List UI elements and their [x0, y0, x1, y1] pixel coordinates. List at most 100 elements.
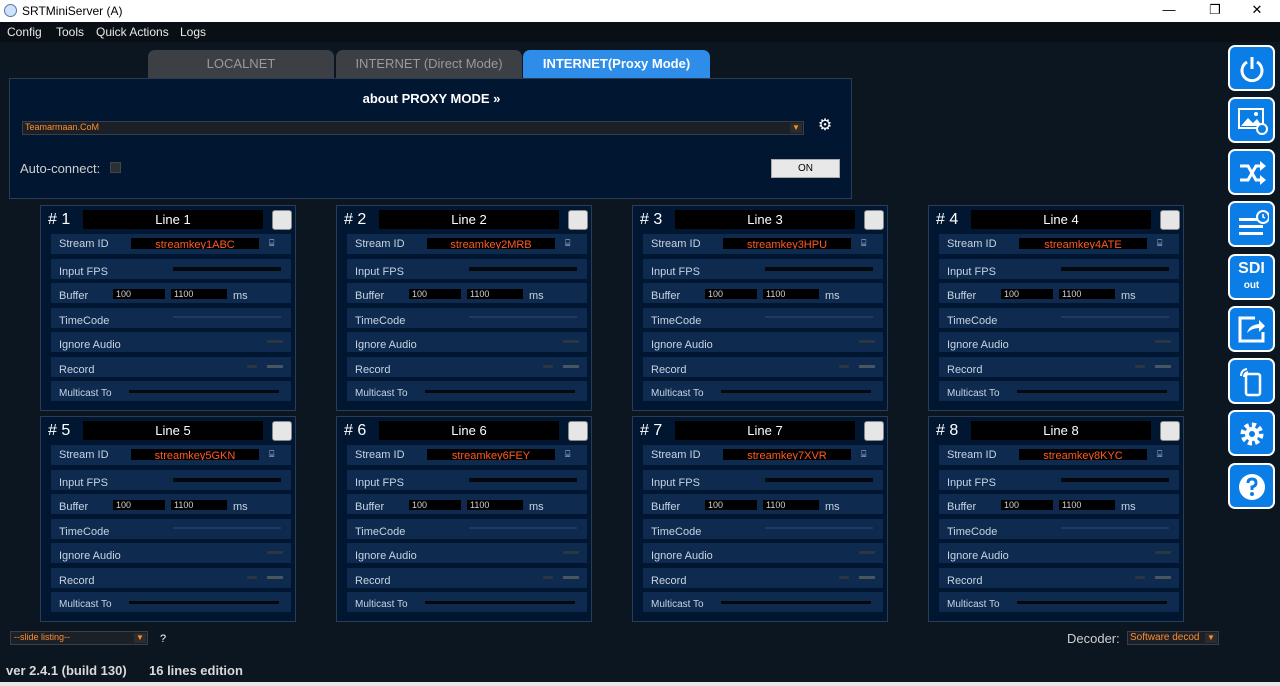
line-enable-checkbox[interactable]: [1160, 421, 1180, 441]
buffer-min-input[interactable]: 100: [1001, 500, 1053, 510]
line-name-field[interactable]: Line 8: [971, 421, 1151, 440]
sdi-out-button[interactable]: SDI out: [1228, 254, 1275, 300]
buffer-min-input[interactable]: 100: [113, 289, 165, 299]
line-name-field[interactable]: Line 6: [379, 421, 559, 440]
stream-id-value[interactable]: streamkey1ABC: [131, 238, 259, 249]
power-button[interactable]: [1228, 45, 1275, 91]
line-enable-checkbox[interactable]: [864, 210, 884, 230]
record-toggle[interactable]: [267, 365, 283, 368]
stream-id-value[interactable]: streamkey5GKN: [131, 449, 259, 460]
schedule-button[interactable]: [1228, 201, 1275, 247]
copy-icon[interactable]: ⌸: [565, 449, 579, 459]
close-button[interactable]: ✕: [1234, 0, 1280, 22]
proxy-server-select[interactable]: Teamarmaan.CoM ▼: [22, 121, 804, 135]
copy-icon[interactable]: ⌸: [861, 238, 875, 248]
buffer-max-input[interactable]: 1100: [467, 500, 523, 510]
buffer-max-input[interactable]: 1100: [171, 289, 227, 299]
copy-icon[interactable]: ⌸: [1157, 449, 1171, 459]
copy-icon[interactable]: ⌸: [1157, 238, 1171, 248]
line-name-field[interactable]: Line 4: [971, 210, 1151, 229]
record-toggle[interactable]: [563, 365, 579, 368]
share-button[interactable]: [1228, 306, 1275, 352]
menu-logs[interactable]: Logs: [180, 25, 206, 39]
stream-id-value[interactable]: streamkey3HPU: [723, 238, 851, 249]
ignore-audio-toggle[interactable]: [563, 551, 579, 554]
line-enable-checkbox[interactable]: [568, 210, 588, 230]
ignore-audio-toggle[interactable]: [1155, 551, 1171, 554]
buffer-max-input[interactable]: 1100: [1059, 289, 1115, 299]
shuffle-button[interactable]: [1228, 149, 1275, 195]
line-enable-checkbox[interactable]: [864, 421, 884, 441]
tab-localnet[interactable]: LOCALNET: [148, 50, 334, 78]
ignore-audio-toggle[interactable]: [1155, 340, 1171, 343]
line-enable-checkbox[interactable]: [568, 421, 588, 441]
decoder-select[interactable]: Software decod ▼: [1127, 631, 1219, 645]
buffer-max-input[interactable]: 1100: [763, 289, 819, 299]
line-enable-checkbox[interactable]: [272, 421, 292, 441]
sdi-sub-label: out: [1243, 280, 1260, 291]
line-name-field[interactable]: Line 7: [675, 421, 855, 440]
record-toggle[interactable]: [859, 576, 875, 579]
stream-id-value[interactable]: streamkey4ATE: [1019, 238, 1147, 249]
multicast-address-field[interactable]: [129, 601, 279, 604]
buffer-max-input[interactable]: 1100: [1059, 500, 1115, 510]
line-name-field[interactable]: Line 1: [83, 210, 263, 229]
slide-listing-select[interactable]: --slide listing-- ▼: [10, 631, 148, 645]
multicast-address-field[interactable]: [129, 390, 279, 393]
line-enable-checkbox[interactable]: [1160, 210, 1180, 230]
ignore-audio-toggle[interactable]: [859, 551, 875, 554]
ignore-audio-toggle[interactable]: [267, 551, 283, 554]
multicast-address-field[interactable]: [425, 601, 575, 604]
copy-icon[interactable]: ⌸: [861, 449, 875, 459]
multicast-address-field[interactable]: [721, 390, 871, 393]
buffer-min-input[interactable]: 100: [705, 500, 757, 510]
multicast-address-field[interactable]: [721, 601, 871, 604]
settings-button[interactable]: [1228, 410, 1275, 456]
record-toggle[interactable]: [267, 576, 283, 579]
stream-id-value[interactable]: streamkey8KYC: [1019, 449, 1147, 460]
buffer-max-input[interactable]: 1100: [763, 500, 819, 510]
stream-id-value[interactable]: streamkey2MRB: [427, 238, 555, 249]
menu-quick-actions[interactable]: Quick Actions: [96, 25, 169, 39]
multicast-address-field[interactable]: [425, 390, 575, 393]
tab-internet-proxy[interactable]: INTERNET(Proxy Mode): [523, 50, 710, 78]
minimize-button[interactable]: —: [1146, 0, 1192, 22]
record-toggle[interactable]: [859, 365, 875, 368]
record-toggle[interactable]: [563, 576, 579, 579]
menu-tools[interactable]: Tools: [56, 25, 84, 39]
mobile-button[interactable]: [1228, 358, 1275, 404]
maximize-button[interactable]: ❐: [1192, 0, 1238, 22]
copy-icon[interactable]: ⌸: [565, 238, 579, 248]
buffer-max-input[interactable]: 1100: [171, 500, 227, 510]
about-proxy-link[interactable]: about PROXY MODE »: [10, 91, 853, 106]
buffer-min-input[interactable]: 100: [705, 289, 757, 299]
record-toggle[interactable]: [1155, 365, 1171, 368]
line-name-field[interactable]: Line 3: [675, 210, 855, 229]
proxy-settings-gear-icon[interactable]: ⚙: [816, 117, 834, 135]
proxy-on-button[interactable]: ON: [771, 159, 840, 178]
ignore-audio-toggle[interactable]: [859, 340, 875, 343]
tab-internet-direct[interactable]: INTERNET (Direct Mode): [336, 50, 522, 78]
help-button[interactable]: [1228, 463, 1275, 509]
multicast-address-field[interactable]: [1017, 601, 1167, 604]
stream-id-value[interactable]: streamkey6FEY: [427, 449, 555, 460]
line-name-field[interactable]: Line 5: [83, 421, 263, 440]
buffer-min-input[interactable]: 100: [113, 500, 165, 510]
line-name-field[interactable]: Line 2: [379, 210, 559, 229]
stream-id-value[interactable]: streamkey7XVR: [723, 449, 851, 460]
buffer-min-input[interactable]: 100: [1001, 289, 1053, 299]
copy-icon[interactable]: ⌸: [269, 238, 283, 248]
record-toggle[interactable]: [1155, 576, 1171, 579]
buffer-min-input[interactable]: 100: [409, 500, 461, 510]
ignore-audio-toggle[interactable]: [563, 340, 579, 343]
line-enable-checkbox[interactable]: [272, 210, 292, 230]
auto-connect-checkbox[interactable]: [110, 162, 121, 173]
ignore-audio-toggle[interactable]: [267, 340, 283, 343]
buffer-min-input[interactable]: 100: [409, 289, 461, 299]
menu-config[interactable]: Config: [7, 25, 42, 39]
image-settings-button[interactable]: [1228, 97, 1275, 143]
multicast-address-field[interactable]: [1017, 390, 1167, 393]
copy-icon[interactable]: ⌸: [269, 449, 283, 459]
buffer-max-input[interactable]: 1100: [467, 289, 523, 299]
slide-help-link[interactable]: ?: [160, 633, 166, 645]
